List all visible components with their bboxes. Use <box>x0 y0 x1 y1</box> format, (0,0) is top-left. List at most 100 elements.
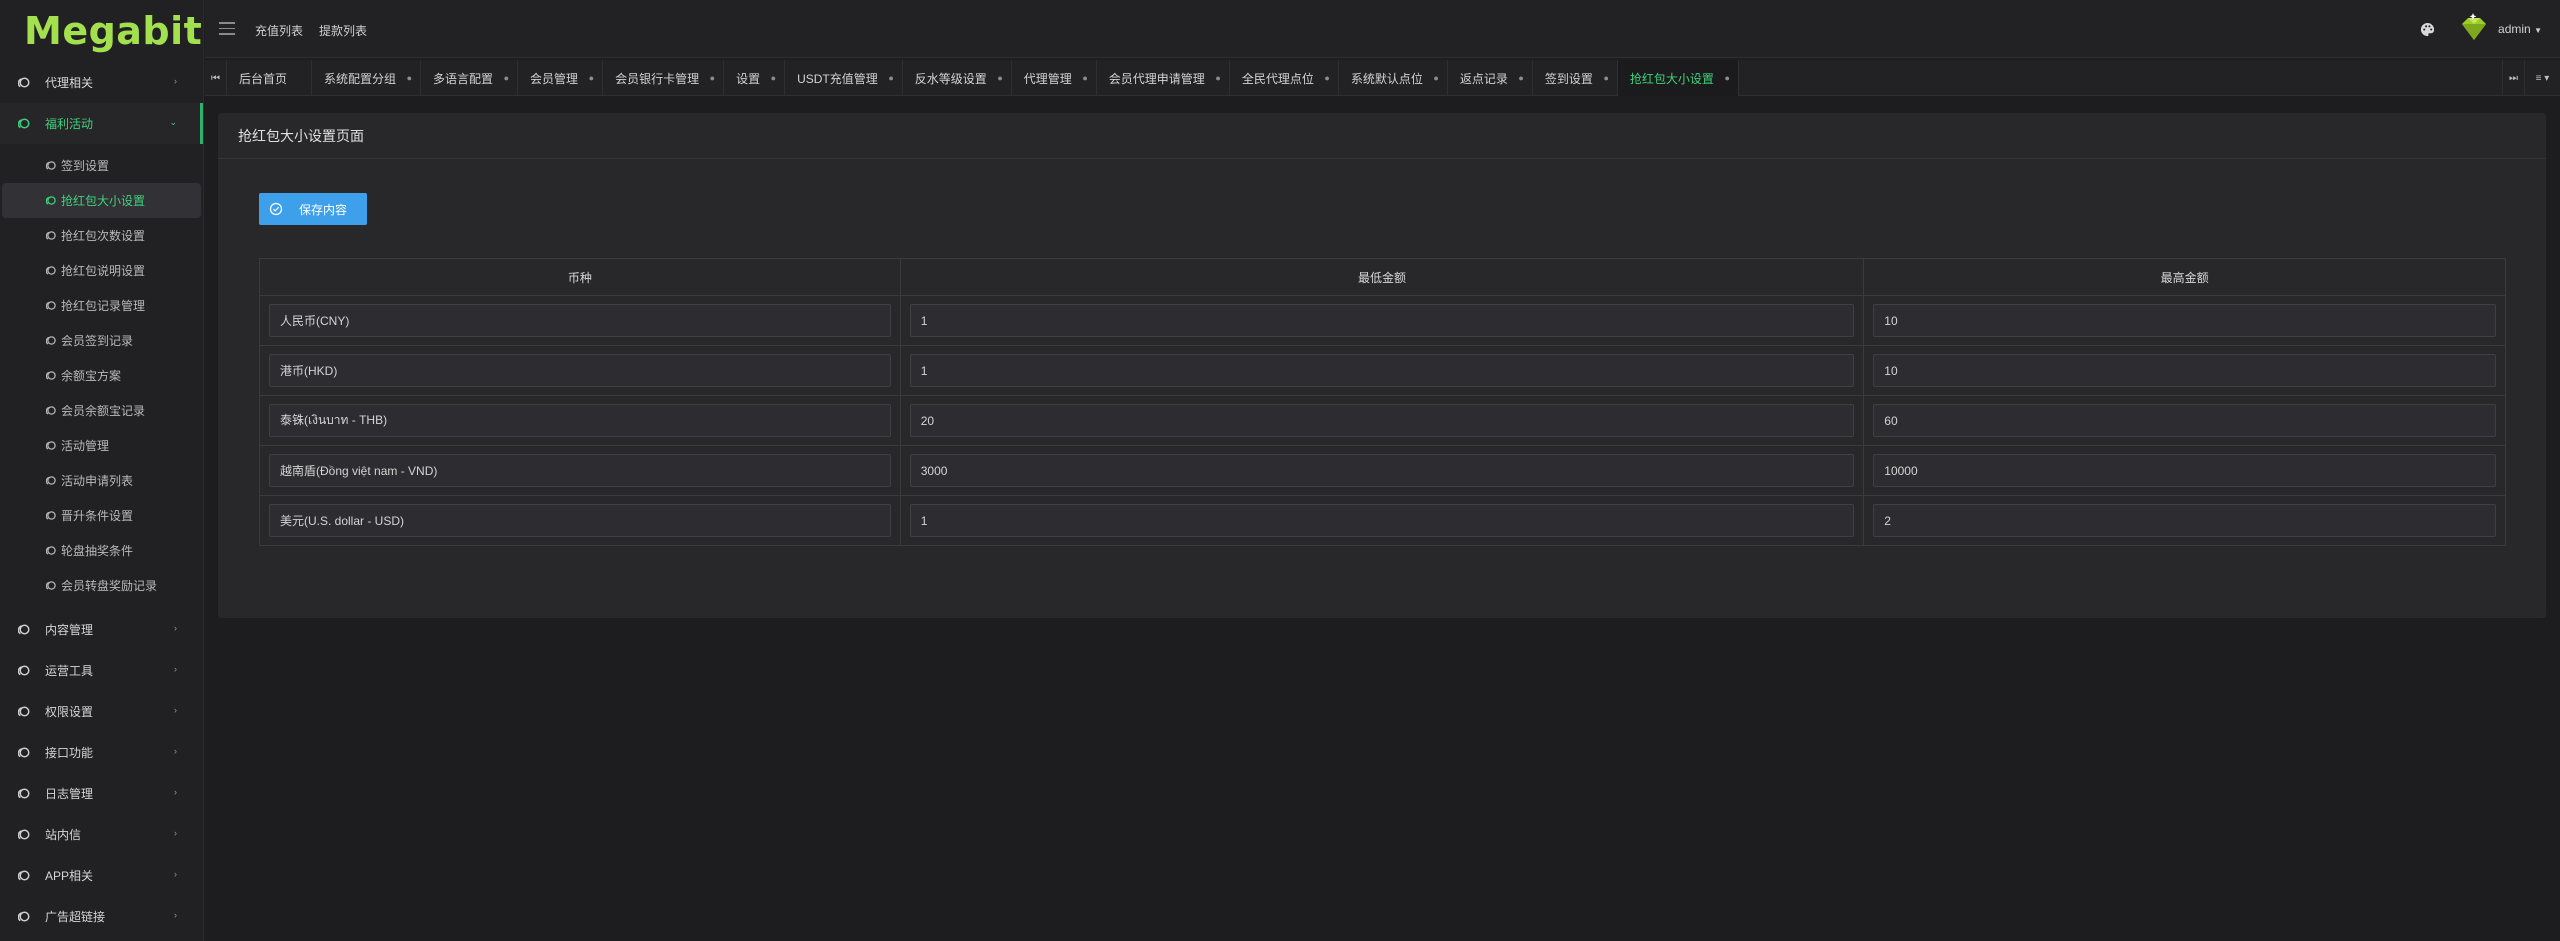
tab-label: 签到设置 <box>1544 71 1593 86</box>
sidebar-item[interactable]: 抢红包记录管理 <box>2 288 201 323</box>
currency-field[interactable]: 泰铢(เงินบาท - THB) <box>269 404 891 437</box>
min-amount-input[interactable]: 1 <box>909 504 1855 537</box>
sidebar-item[interactable]: 活动管理 <box>2 428 201 463</box>
sidebar-item[interactable]: 余额宝方案 <box>2 358 201 393</box>
currency-field[interactable]: 人民币(CNY) <box>269 304 891 337</box>
tab-close-icon[interactable]: ● <box>1518 73 1523 83</box>
max-amount-cell: 10000 <box>1863 445 2506 496</box>
tab-close-icon[interactable]: ● <box>1082 73 1087 83</box>
tab-close-icon[interactable]: ● <box>407 73 412 83</box>
sidebar-item[interactable]: 会员转盘奖励记录 <box>2 568 201 603</box>
palette-icon[interactable] <box>2420 22 2435 37</box>
sidebar-group[interactable]: 站内信 › <box>0 814 203 855</box>
tab[interactable]: 返点记录 ● <box>1448 60 1533 96</box>
tab-close-icon[interactable]: ● <box>1603 73 1608 83</box>
chevron-right-icon: › <box>174 787 177 797</box>
tab-close-icon[interactable]: ● <box>1433 73 1438 83</box>
sidebar-group[interactable]: APP相关 › <box>0 855 203 896</box>
max-amount-input[interactable]: 10000 <box>1873 454 2496 487</box>
avatar[interactable] <box>2458 12 2490 44</box>
tab[interactable]: 多语言配置 ● <box>421 60 519 96</box>
sidebar-item[interactable]: 抢红包次数设置 <box>2 218 201 253</box>
sidebar-item[interactable]: 抢红包大小设置 <box>2 183 201 218</box>
sidebar-group[interactable]: 日志管理 › <box>0 773 203 814</box>
tab[interactable]: 代理管理 ● <box>1012 60 1097 96</box>
sidebar-item[interactable]: 抢红包说明设置 <box>2 253 201 288</box>
min-amount-input[interactable]: 1 <box>909 304 1855 337</box>
tab[interactable]: 系统默认点位 ● <box>1339 60 1448 96</box>
table-header-row: 币种 最低金额 最高金额 <box>259 258 2506 296</box>
chevron-right-icon: › <box>174 705 177 715</box>
max-amount-input[interactable]: 2 <box>1873 504 2496 537</box>
tab[interactable]: 后台首页 <box>227 60 313 96</box>
sidebar-item[interactable]: 轮盘抽奖条件 <box>2 533 201 568</box>
sidebar-menu: 代理相关 › 福利活动 ⌄ 签到设置抢红包大小设置 抢红包次数设置抢红包说明设置 抢红包记录… <box>0 62 203 937</box>
tab[interactable]: 会员管理 ● <box>518 60 604 96</box>
min-amount-input[interactable]: 1 <box>909 354 1855 387</box>
tab-scroll-right-icon[interactable]: ⏭ <box>2502 60 2524 96</box>
tab-close-icon[interactable]: ● <box>771 73 776 83</box>
tab-bar: ⏮ 后台首页 系统配置分组 ● 多语言配置 ● 会员管理 ● 会员银行卡管理 ● 设置 ● USDT充… <box>205 60 2560 96</box>
user-menu[interactable]: admin ▼ <box>2498 22 2542 36</box>
sidebar-group[interactable]: 代理相关 › <box>0 62 203 103</box>
tab[interactable]: 会员代理申请管理 ● <box>1097 60 1230 96</box>
tab[interactable]: 全民代理点位 ● <box>1230 60 1339 96</box>
check-circle-icon <box>269 202 283 216</box>
tab-close-icon[interactable]: ● <box>710 73 715 83</box>
page-title: 抢红包大小设置页面 <box>218 113 2546 159</box>
sidebar: Megabit 代理相关 › 福利活动 ⌄ 签到设置 抢红包大小设置 抢红包次数设置 抢红包说… <box>0 0 204 941</box>
sidebar-group[interactable]: 权限设置 › <box>0 691 203 732</box>
sidebar-item-label: 抢红包大小设置 <box>61 194 146 208</box>
recharge-list-link[interactable]: 充值列表 <box>255 22 303 39</box>
sidebar-group[interactable]: 广告超链接 › <box>0 896 203 937</box>
max-amount-input[interactable]: 10 <box>1873 354 2496 387</box>
save-button[interactable]: 保存内容 <box>259 193 367 225</box>
tab-close-icon[interactable]: ● <box>888 73 893 83</box>
tab-label: 设置 <box>736 71 761 86</box>
tab-scroll-left-icon[interactable]: ⏮ <box>205 60 227 96</box>
sidebar-item[interactable]: 签到设置 <box>2 148 201 183</box>
sidebar-item[interactable]: 晋升条件设置 <box>2 498 201 533</box>
sidebar-item[interactable]: 会员签到记录 <box>2 323 201 358</box>
min-amount-input[interactable]: 3000 <box>909 454 1855 487</box>
currency-cell: 泰铢(เงินบาท - THB) <box>259 395 901 446</box>
tab[interactable]: 会员银行卡管理 ● <box>603 60 725 96</box>
tab-options-icon[interactable]: ≡ ▾ <box>2524 60 2560 96</box>
sidebar-item[interactable]: 会员余额宝记录 <box>2 393 201 428</box>
currency-field[interactable]: 美元(U.S. dollar - USD) <box>269 504 891 537</box>
tab[interactable]: 签到设置 ● <box>1533 60 1618 96</box>
sidebar-group[interactable]: 福利活动 ⌄ <box>0 103 203 144</box>
column-header-min-amount: 最低金额 <box>899 258 1865 296</box>
tab-close-icon[interactable]: ● <box>1215 73 1220 83</box>
menu-toggle-icon[interactable] <box>219 22 235 35</box>
currency-field[interactable]: 越南盾(Đồng việt nam - VND) <box>269 454 891 487</box>
tab-label: 全民代理点位 <box>1241 71 1314 86</box>
withdraw-list-link[interactable]: 提款列表 <box>319 22 367 39</box>
min-amount-input[interactable]: 20 <box>909 404 1855 437</box>
tab-label: 会员代理申请管理 <box>1108 71 1205 86</box>
min-amount-cell: 1 <box>899 345 1865 396</box>
tab[interactable]: 系统配置分组 ● <box>312 60 422 96</box>
sidebar-group[interactable]: 内容管理 › <box>0 609 203 650</box>
tab-close-icon[interactable]: ● <box>1724 73 1729 83</box>
tab[interactable]: 反水等级设置 ● <box>903 60 1012 96</box>
currency-field[interactable]: 港币(HKD) <box>269 354 891 387</box>
sidebar-item[interactable]: 活动申请列表 <box>2 463 201 498</box>
tab-close-icon[interactable]: ● <box>1324 73 1329 83</box>
sidebar-group[interactable]: 接口功能 › <box>0 732 203 773</box>
max-amount-input[interactable]: 10 <box>1873 304 2496 337</box>
tab[interactable]: USDT充值管理 ● <box>785 60 903 96</box>
tab-label: 返点记录 <box>1459 71 1508 86</box>
tab-close-icon[interactable]: ● <box>504 73 509 83</box>
sidebar-item-label: 抢红包次数设置 <box>61 229 146 243</box>
tab-close-icon[interactable]: ● <box>589 73 594 83</box>
sidebar-group[interactable]: 运营工具 › <box>0 650 203 691</box>
submenu-item-icon <box>46 546 56 555</box>
max-amount-input[interactable]: 60 <box>1873 404 2496 437</box>
sidebar-group-label: 广告超链接 <box>45 910 106 924</box>
tab-label: 代理管理 <box>1023 71 1072 86</box>
tab[interactable]: 设置 ● <box>724 60 786 96</box>
tab-close-icon[interactable]: ● <box>997 73 1002 83</box>
top-header: 充值列表 提款列表 admin ▼ <box>205 0 2560 58</box>
tab[interactable]: 抢红包大小设置 ● <box>1617 60 1739 96</box>
